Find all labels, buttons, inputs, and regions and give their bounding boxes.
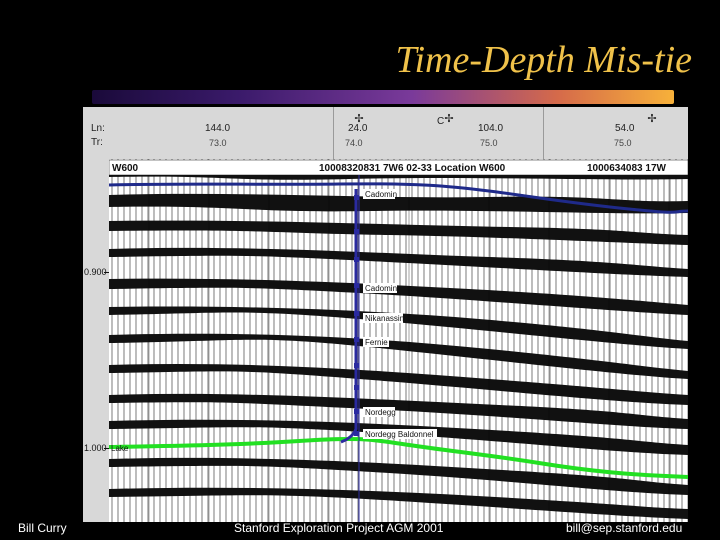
crosshair-icon-2[interactable]: ✢ xyxy=(443,113,455,125)
tr-value-1: 73.0 xyxy=(209,138,227,148)
side-label-md: md xyxy=(111,420,122,429)
header-strip: Ln: Tr: 144.0 73.0 24.0 74.0 104.0 75.0 … xyxy=(83,107,688,160)
horizon-label-nikanassin: Nikanassin xyxy=(365,314,404,323)
crosshair-icon-1[interactable]: ✢ xyxy=(353,113,365,125)
seismic-panel: Ln: Tr: 144.0 73.0 24.0 74.0 104.0 75.0 … xyxy=(83,107,688,522)
tr-label: Tr: xyxy=(91,137,103,148)
vertical-time-scale: 0.900 1.000 xyxy=(83,159,110,522)
seismic-section: W600 10008320831 7W6 02-33 Location W600… xyxy=(109,159,688,522)
footer-author: Bill Curry xyxy=(18,521,67,535)
side-label-lake: Lake xyxy=(111,444,129,453)
header-divider-2 xyxy=(543,107,544,159)
header-divider-1 xyxy=(333,107,334,159)
ln-value-4: 54.0 xyxy=(615,123,635,134)
horizon-label-cadomin-top: Cadomin xyxy=(365,190,397,199)
title-underline-bar xyxy=(92,90,674,104)
horizon-label-nordegg-baldonnel: Nordegg Baldonnel xyxy=(365,430,434,439)
horizon-label-fernie: Fernie xyxy=(365,338,388,347)
ln-value-3: 104.0 xyxy=(478,123,504,134)
well-label-center: 10008320831 7W6 02-33 Location W600 xyxy=(319,163,506,174)
tr-value-4: 75.0 xyxy=(614,138,632,148)
tr-value-3: 75.0 xyxy=(480,138,498,148)
footer-event: Stanford Exploration Project AGM 2001 xyxy=(234,521,444,535)
slide-title: Time-Depth Mis-tie xyxy=(395,39,692,81)
crosshair-icon-3[interactable]: ✢ xyxy=(646,113,658,125)
tr-value-2: 74.0 xyxy=(345,138,363,148)
well-label-left: W600 xyxy=(112,163,139,174)
horizon-label-cadomin: Cadomin xyxy=(365,284,397,293)
footer-email[interactable]: bill@sep.stanford.edu xyxy=(566,521,682,535)
horizon-label-nordegg: Nordegg xyxy=(365,408,396,417)
well-label-right: 1000634083 17W xyxy=(587,163,667,174)
ln-label: Ln: xyxy=(91,123,105,134)
ln-value-1: 144.0 xyxy=(205,123,231,134)
